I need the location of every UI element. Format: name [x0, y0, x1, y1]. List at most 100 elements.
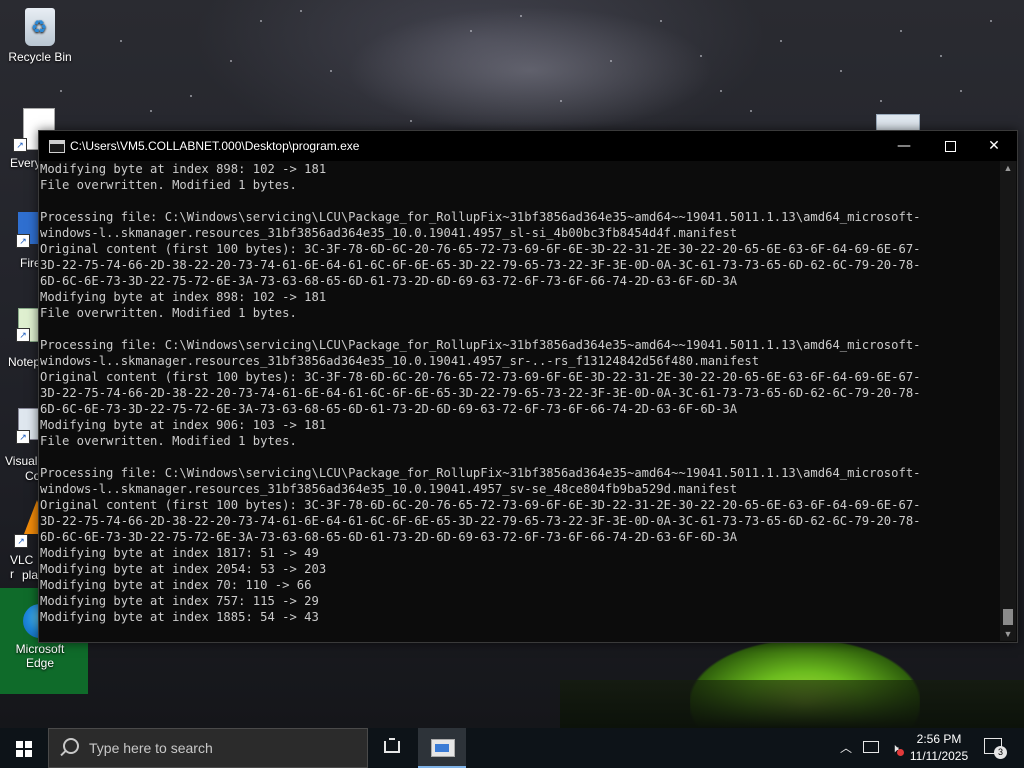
- desktop-icon-label: Visual: [5, 454, 38, 468]
- star: [720, 90, 722, 92]
- window-title: C:\Users\VM5.COLLABNET.000\Desktop\progr…: [70, 139, 360, 153]
- console-line: Modifying byte at index 1817: 51 -> 49: [40, 546, 319, 560]
- recycle-bin-icon: [25, 8, 55, 46]
- desktop-icon-label: pla: [22, 568, 39, 582]
- console-line: Original content (first 100 bytes): 3C-3…: [40, 370, 921, 384]
- star: [660, 20, 662, 22]
- star: [190, 95, 192, 97]
- notification-center-button[interactable]: 3: [984, 736, 1007, 759]
- shortcut-arrow-icon: ↗: [16, 430, 30, 444]
- shortcut-arrow-icon: ↗: [14, 534, 28, 548]
- console-window[interactable]: C:\Users\VM5.COLLABNET.000\Desktop\progr…: [38, 130, 1018, 643]
- star: [700, 55, 702, 57]
- search-icon: [63, 738, 79, 754]
- scroll-down-icon[interactable]: ▼: [1000, 627, 1016, 641]
- shortcut-arrow-icon: ↗: [16, 234, 30, 248]
- mute-badge-icon: [897, 749, 904, 756]
- console-titlebar[interactable]: C:\Users\VM5.COLLABNET.000\Desktop\progr…: [39, 131, 1017, 161]
- minimize-button[interactable]: —: [881, 131, 927, 161]
- task-view-icon: [384, 738, 400, 753]
- network-tray-button[interactable]: [860, 728, 882, 768]
- star: [330, 70, 332, 72]
- console-app-icon: [431, 739, 455, 757]
- console-line: Modifying byte at index 1885: 54 -> 43: [40, 610, 319, 624]
- star: [150, 110, 152, 112]
- star: [610, 60, 612, 62]
- console-line: 3D-22-75-74-66-2D-38-22-20-73-74-61-6E-6…: [40, 258, 921, 272]
- volume-tray-button[interactable]: 🕨: [884, 728, 906, 768]
- windows-logo-icon: [16, 741, 32, 757]
- desktop-icon-firefox[interactable]: ↗ Fire: [10, 212, 41, 272]
- shortcut-arrow-icon: ↗: [13, 138, 27, 152]
- minimize-icon: —: [897, 138, 911, 154]
- desktop-icon-notepad[interactable]: ↗ Notep: [8, 308, 44, 372]
- console-line: Processing file: C:\Windows\servicing\LC…: [40, 338, 921, 352]
- close-icon: ✕: [988, 138, 1000, 154]
- task-view-button[interactable]: [372, 728, 412, 768]
- show-hidden-icons-button[interactable]: ︿: [836, 728, 856, 768]
- star: [750, 110, 752, 112]
- desktop-icon-visual-studio[interactable]: ↗ Visual Co: [4, 408, 42, 486]
- taskbar-clock[interactable]: 2:56 PM 11/11/2025: [904, 731, 974, 765]
- star: [940, 55, 942, 57]
- start-button[interactable]: [0, 728, 48, 768]
- vertical-scrollbar[interactable]: ▲ ▼: [1000, 161, 1016, 641]
- star: [260, 20, 262, 22]
- search-placeholder: Type here to search: [89, 740, 213, 756]
- scroll-up-icon[interactable]: ▲: [1000, 161, 1016, 175]
- console-line: File overwritten. Modified 1 bytes.: [40, 434, 297, 448]
- chevron-up-icon: ︿: [839, 741, 852, 755]
- console-line: Modifying byte at index 906: 103 -> 181: [40, 418, 327, 432]
- console-line: 6D-6C-6E-73-3D-22-75-72-6E-3A-73-63-68-6…: [40, 274, 738, 288]
- taskbar-app-console[interactable]: [418, 728, 466, 768]
- console-line: windows-l..skmanager.resources_31bf3856a…: [40, 226, 738, 240]
- network-icon: [863, 741, 879, 753]
- console-line: Modifying byte at index 70: 110 -> 66: [40, 578, 312, 592]
- console-line: File overwritten. Modified 1 bytes.: [40, 306, 297, 320]
- console-line: Processing file: C:\Windows\servicing\LC…: [40, 466, 921, 480]
- taskbar: Type here to search ︿ 🕨 2:56 PM 11/11/20…: [0, 728, 1024, 768]
- console-line: Original content (first 100 bytes): 3C-3…: [40, 498, 921, 512]
- star: [470, 30, 472, 32]
- console-output[interactable]: Modifying byte at index 898: 102 -> 181 F…: [40, 161, 998, 641]
- desktop-icon-label: Edge: [25, 656, 55, 670]
- console-line: 3D-22-75-74-66-2D-38-22-20-73-74-61-6E-6…: [40, 514, 921, 528]
- shortcut-arrow-icon: ↗: [16, 328, 30, 342]
- desktop-icon-label: Microsoft: [15, 642, 65, 656]
- maximize-icon: [944, 140, 956, 152]
- star: [230, 60, 232, 62]
- taskbar-search-box[interactable]: Type here to search: [48, 728, 368, 768]
- console-line: Modifying byte at index 2054: 53 -> 203: [40, 562, 327, 576]
- desktop-icon-vlc[interactable]: ↗ VLC r pla: [8, 500, 50, 586]
- close-button[interactable]: ✕: [971, 131, 1017, 161]
- star: [300, 10, 302, 12]
- star: [960, 90, 962, 92]
- star: [880, 100, 882, 102]
- desktop-icon-label: Recycle Bin: [8, 50, 72, 64]
- clock-time: 2:56 PM: [916, 732, 962, 746]
- star: [120, 40, 122, 42]
- star: [520, 15, 522, 17]
- console-line: 6D-6C-6E-73-3D-22-75-72-6E-3A-73-63-68-6…: [40, 402, 738, 416]
- console-line: Processing file: C:\Windows\servicing\LC…: [40, 210, 921, 224]
- console-line: Modifying byte at index 898: 102 -> 181: [40, 290, 327, 304]
- star: [60, 90, 62, 92]
- console-app-icon: [49, 140, 65, 153]
- desktop-icon-recycle-bin[interactable]: Recycle Bin: [0, 8, 80, 64]
- maximize-button[interactable]: [927, 131, 973, 161]
- console-line: windows-l..skmanager.resources_31bf3856a…: [40, 354, 760, 368]
- star: [410, 120, 412, 122]
- console-line: File overwritten. Modified 1 bytes.: [40, 178, 297, 192]
- star: [990, 20, 992, 22]
- star: [900, 30, 902, 32]
- scrollbar-thumb[interactable]: [1003, 609, 1013, 625]
- desktop-icon-everything[interactable]: ↗ Every: [10, 108, 55, 173]
- console-line: 6D-6C-6E-73-3D-22-75-72-6E-3A-73-63-68-6…: [40, 530, 738, 544]
- clock-date: 11/11/2025: [909, 749, 969, 763]
- console-line: 3D-22-75-74-66-2D-38-22-20-73-74-61-6E-6…: [40, 386, 921, 400]
- notification-count-badge: 3: [994, 746, 1007, 759]
- wallpaper-ground: [560, 680, 1024, 728]
- console-line: Modifying byte at index 898: 102 -> 181: [40, 162, 327, 176]
